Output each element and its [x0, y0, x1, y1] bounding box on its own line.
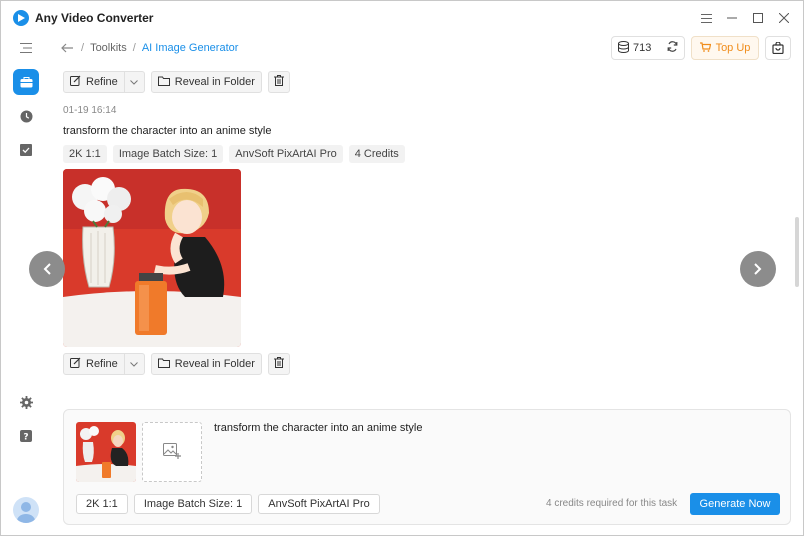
credits-required-note: 4 credits required for this task: [546, 498, 678, 509]
tasks-icon[interactable]: [13, 137, 39, 163]
minimize-icon[interactable]: [719, 5, 745, 31]
trash-icon: [273, 75, 284, 89]
prev-item-actions: Refine Reveal in Folder: [63, 71, 290, 93]
generate-now-button[interactable]: Generate Now: [690, 493, 780, 515]
svg-text:?: ?: [23, 433, 28, 443]
prev-delete-button[interactable]: [267, 71, 290, 93]
add-image-icon: [163, 442, 181, 462]
top-up-label: Top Up: [715, 42, 751, 54]
title-bar: Any Video Converter: [1, 1, 803, 35]
prev-reveal-label: Reveal in Folder: [174, 76, 255, 88]
header: / Toolkits / AI Image Generator 713 Top …: [51, 35, 803, 65]
window-controls: [693, 1, 797, 35]
model-select[interactable]: AnvSoft PixArtAI Pro: [258, 494, 380, 514]
settings-icon[interactable]: [13, 389, 39, 415]
breadcrumb-separator: /: [132, 42, 136, 54]
history-icon[interactable]: [13, 103, 39, 129]
generation-options: 2K 1:1 Image Batch Size: 1 AnvSoft PixAr…: [76, 494, 386, 514]
chevron-right-icon: [754, 259, 762, 280]
top-up-button[interactable]: Top Up: [691, 36, 759, 60]
refine-button[interactable]: Refine: [63, 353, 145, 375]
back-arrow-icon[interactable]: [61, 40, 73, 56]
tag-batch-size: Image Batch Size: 1: [112, 145, 224, 163]
chevron-down-icon[interactable]: [123, 354, 144, 374]
reveal-in-folder-button[interactable]: Reveal in Folder: [150, 353, 262, 375]
avatar[interactable]: [13, 497, 39, 523]
tag-credits: 4 Credits: [348, 145, 405, 163]
reference-image-thumbnail[interactable]: [76, 422, 136, 482]
prev-refine-button[interactable]: Refine: [63, 71, 145, 93]
cart-icon: [699, 41, 711, 55]
breadcrumb-current: AI Image Generator: [141, 42, 239, 54]
trash-icon: [273, 357, 284, 371]
item-actions: Refine Reveal in Folder: [63, 353, 290, 375]
refine-icon: [70, 357, 81, 371]
chevron-down-icon[interactable]: [123, 72, 144, 92]
credits-display: 713: [611, 36, 685, 60]
refresh-icon[interactable]: [667, 41, 678, 55]
breadcrumb-toolkits[interactable]: Toolkits: [90, 42, 127, 54]
hamburger-menu-icon[interactable]: [693, 5, 719, 31]
prev-reveal-in-folder-button[interactable]: Reveal in Folder: [150, 71, 262, 93]
prompt-input[interactable]: transform the character into an anime st…: [214, 422, 422, 434]
tag-resolution: 2K 1:1: [63, 145, 107, 163]
folder-icon: [157, 358, 170, 371]
app-logo-icon: [13, 10, 29, 26]
delete-button[interactable]: [267, 353, 290, 375]
breadcrumb-separator: /: [81, 42, 85, 54]
next-arrow-button[interactable]: [740, 251, 776, 287]
previous-arrow-button[interactable]: [29, 251, 65, 287]
prompt-input-panel: transform the character into an anime st…: [63, 409, 791, 525]
folder-icon: [157, 76, 170, 89]
chevron-left-icon: [43, 259, 51, 280]
prev-refine-label: Refine: [86, 76, 118, 88]
refine-icon: [70, 75, 81, 89]
tag-model: AnvSoft PixArtAI Pro: [229, 145, 343, 163]
item-timestamp: 01-19 16:14: [63, 105, 117, 116]
app-title: Any Video Converter: [35, 11, 154, 25]
batch-size-select[interactable]: Image Batch Size: 1: [133, 494, 253, 514]
help-icon[interactable]: ?: [13, 423, 39, 449]
generated-image[interactable]: [63, 169, 241, 347]
database-icon: [618, 40, 629, 56]
maximize-icon[interactable]: [745, 5, 771, 31]
item-tags: 2K 1:1 Image Batch Size: 1 AnvSoft PixAr…: [63, 145, 411, 163]
resolution-select[interactable]: 2K 1:1: [76, 494, 128, 514]
add-image-button[interactable]: [142, 422, 202, 482]
toolbox-icon[interactable]: [13, 69, 39, 95]
scrollbar[interactable]: [795, 217, 799, 287]
credits-count: 713: [633, 42, 652, 54]
store-bag-icon[interactable]: [765, 36, 791, 60]
item-prompt: transform the character into an anime st…: [63, 125, 272, 137]
results-area: Refine Reveal in Folder 01-19 16:14 tran…: [51, 67, 803, 535]
breadcrumb: / Toolkits / AI Image Generator: [61, 40, 238, 56]
close-icon[interactable]: [771, 5, 797, 31]
collapse-menu-icon[interactable]: [13, 35, 39, 61]
reveal-label: Reveal in Folder: [174, 358, 255, 370]
refine-label: Refine: [86, 358, 118, 370]
